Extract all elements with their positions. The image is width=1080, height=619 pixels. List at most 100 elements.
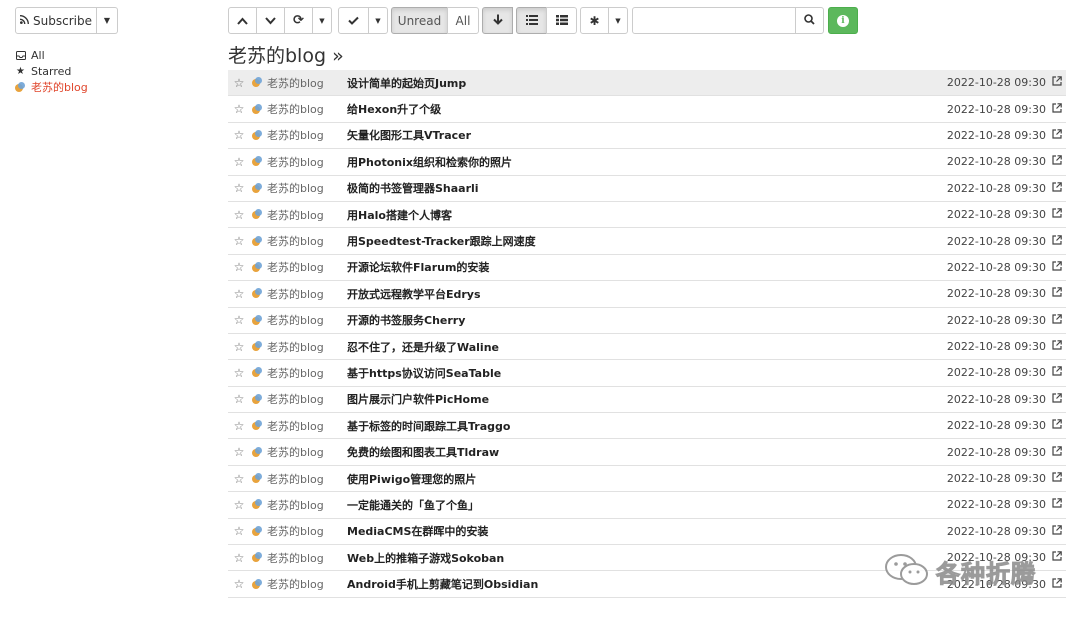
entry-title[interactable]: 免费的绘图和图表工具Tldraw	[347, 444, 499, 460]
star-outline-icon[interactable]: ☆	[232, 181, 246, 195]
entry-source[interactable]: 老苏的blog	[267, 576, 341, 592]
entry-title[interactable]: 一定能通关的「鱼了个鱼」	[347, 497, 479, 513]
subscribe-button[interactable]: Subscribe	[15, 7, 97, 34]
entry-row[interactable]: ☆ 老苏的blog 基于标签的时间跟踪工具Traggo 2022-10-28 0…	[228, 413, 1066, 440]
external-link-icon[interactable]	[1052, 340, 1062, 353]
entry-row[interactable]: ☆ 老苏的blog MediaCMS在群晖中的安装 2022-10-28 09:…	[228, 519, 1066, 546]
star-outline-icon[interactable]: ☆	[232, 524, 246, 538]
entry-row[interactable]: ☆ 老苏的blog 忍不住了，还是升级了Waline 2022-10-28 09…	[228, 334, 1066, 361]
entry-row[interactable]: ☆ 老苏的blog 给Hexon升了个级 2022-10-28 09:30	[228, 96, 1066, 123]
entry-row[interactable]: ☆ 老苏的blog 开源的书签服务Cherry 2022-10-28 09:30	[228, 308, 1066, 334]
star-outline-icon[interactable]: ☆	[232, 234, 246, 248]
search-button[interactable]	[795, 7, 824, 34]
external-link-icon[interactable]	[1052, 498, 1062, 511]
star-outline-icon[interactable]: ☆	[232, 551, 246, 565]
view-expanded-button[interactable]	[546, 7, 577, 34]
entry-source[interactable]: 老苏的blog	[267, 154, 341, 170]
entry-row[interactable]: ☆ 老苏的blog 矢量化图形工具VTracer 2022-10-28 09:3…	[228, 123, 1066, 150]
external-link-icon[interactable]	[1052, 181, 1062, 195]
entry-row[interactable]: ☆ 老苏的blog 免费的绘图和图表工具Tldraw 2022-10-28 09…	[228, 439, 1066, 466]
entry-source[interactable]: 老苏的blog	[267, 418, 341, 434]
external-link-icon[interactable]	[1052, 287, 1062, 300]
star-outline-icon[interactable]: ☆	[232, 102, 246, 116]
entry-source[interactable]: 老苏的blog	[267, 312, 341, 328]
sort-order-button[interactable]	[482, 7, 513, 34]
entry-title[interactable]: 开放式远程教学平台Edrys	[347, 286, 481, 302]
external-link-icon[interactable]	[1052, 472, 1062, 485]
entry-source[interactable]: 老苏的blog	[267, 391, 341, 407]
entry-row[interactable]: ☆ 老苏的blog 使用Piwigo管理您的照片 2022-10-28 09:3…	[228, 466, 1066, 493]
entry-source[interactable]: 老苏的blog	[267, 497, 341, 513]
entry-title[interactable]: 开源论坛软件Flarum的安装	[347, 259, 489, 275]
external-link-icon[interactable]	[1052, 129, 1062, 142]
entry-title[interactable]: 用Speedtest-Tracker跟踪上网速度	[347, 233, 536, 249]
external-link-icon[interactable]	[1052, 551, 1062, 564]
external-link-icon[interactable]	[1052, 577, 1062, 591]
filter-unread-button[interactable]: Unread	[391, 7, 448, 34]
star-outline-icon[interactable]: ☆	[232, 419, 246, 433]
refresh-menu-button[interactable]: ▼	[312, 7, 332, 34]
star-outline-icon[interactable]: ☆	[232, 498, 246, 512]
settings-button[interactable]: ✱	[580, 7, 609, 34]
entry-source[interactable]: 老苏的blog	[267, 101, 341, 117]
entry-source[interactable]: 老苏的blog	[267, 259, 341, 275]
external-link-icon[interactable]	[1052, 261, 1062, 274]
entry-row[interactable]: ☆ 老苏的blog 设计简单的起始页Jump 2022-10-28 09:30	[228, 70, 1066, 97]
next-button[interactable]	[256, 7, 285, 34]
entry-row[interactable]: ☆ 老苏的blog 用Photonix组织和检索你的照片 2022-10-28 …	[228, 149, 1066, 176]
entry-title[interactable]: 用Photonix组织和检索你的照片	[347, 154, 512, 170]
entry-source[interactable]: 老苏的blog	[267, 444, 341, 460]
entry-source[interactable]: 老苏的blog	[267, 75, 341, 91]
entry-title[interactable]: Web上的推箱子游戏Sokoban	[347, 550, 504, 566]
entry-title[interactable]: MediaCMS在群晖中的安装	[347, 523, 488, 539]
star-outline-icon[interactable]: ☆	[232, 577, 246, 591]
entry-source[interactable]: 老苏的blog	[267, 286, 341, 302]
entry-title[interactable]: 极简的书签管理器Shaarli	[347, 180, 479, 196]
star-outline-icon[interactable]: ☆	[232, 128, 246, 142]
entry-title[interactable]: 矢量化图形工具VTracer	[347, 127, 471, 143]
external-link-icon[interactable]	[1052, 393, 1062, 406]
settings-menu-button[interactable]: ▼	[608, 7, 628, 34]
external-link-icon[interactable]	[1052, 525, 1062, 538]
external-link-icon[interactable]	[1052, 366, 1062, 379]
star-outline-icon[interactable]: ☆	[232, 208, 246, 222]
sidebar-item-feed[interactable]: 老苏的blog	[15, 79, 215, 95]
external-link-icon[interactable]	[1052, 419, 1062, 432]
view-list-button[interactable]	[516, 7, 547, 34]
entry-row[interactable]: ☆ 老苏的blog 图片展示门户软件PicHome 2022-10-28 09:…	[228, 387, 1066, 414]
star-outline-icon[interactable]: ☆	[232, 472, 246, 486]
entry-title[interactable]: 用Halo搭建个人博客	[347, 207, 452, 223]
entry-title[interactable]: 设计简单的起始页Jump	[347, 75, 466, 91]
entry-source[interactable]: 老苏的blog	[267, 471, 341, 487]
external-link-icon[interactable]	[1052, 234, 1062, 248]
star-outline-icon[interactable]: ☆	[232, 260, 246, 274]
entry-row[interactable]: ☆ 老苏的blog 用Speedtest-Tracker跟踪上网速度 2022-…	[228, 228, 1066, 255]
entry-source[interactable]: 老苏的blog	[267, 180, 341, 196]
star-outline-icon[interactable]: ☆	[232, 287, 246, 301]
entry-title[interactable]: 基于https协议访问SeaTable	[347, 365, 501, 381]
external-link-icon[interactable]	[1052, 313, 1062, 327]
entry-row[interactable]: ☆ 老苏的blog 一定能通关的「鱼了个鱼」 2022-10-28 09:30	[228, 492, 1066, 519]
entry-title[interactable]: Android手机上剪藏笔记到Obsidian	[347, 576, 538, 592]
entry-title[interactable]: 给Hexon升了个级	[347, 101, 441, 117]
entry-title[interactable]: 使用Piwigo管理您的照片	[347, 471, 476, 487]
refresh-button[interactable]: ⟳	[284, 7, 313, 34]
entry-source[interactable]: 老苏的blog	[267, 550, 341, 566]
entry-title[interactable]: 图片展示门户软件PicHome	[347, 391, 489, 407]
page-title[interactable]: 老苏的blog »	[228, 41, 344, 68]
entry-row[interactable]: ☆ 老苏的blog 开源论坛软件Flarum的安装 2022-10-28 09:…	[228, 255, 1066, 282]
star-outline-icon[interactable]: ☆	[232, 76, 246, 90]
sidebar-item-starred[interactable]: ★ Starred	[15, 63, 215, 79]
star-outline-icon[interactable]: ☆	[232, 155, 246, 169]
star-outline-icon[interactable]: ☆	[232, 340, 246, 354]
star-outline-icon[interactable]: ☆	[232, 366, 246, 380]
external-link-icon[interactable]	[1052, 208, 1062, 221]
previous-button[interactable]	[228, 7, 257, 34]
entry-source[interactable]: 老苏的blog	[267, 365, 341, 381]
entry-row[interactable]: ☆ 老苏的blog 开放式远程教学平台Edrys 2022-10-28 09:3…	[228, 281, 1066, 308]
mark-read-menu-button[interactable]: ▼	[368, 7, 388, 34]
external-link-icon[interactable]	[1052, 155, 1062, 168]
entry-row[interactable]: ☆ 老苏的blog 极简的书签管理器Shaarli 2022-10-28 09:…	[228, 176, 1066, 202]
entry-source[interactable]: 老苏的blog	[267, 207, 341, 223]
subscribe-menu-button[interactable]: ▼	[97, 7, 118, 34]
